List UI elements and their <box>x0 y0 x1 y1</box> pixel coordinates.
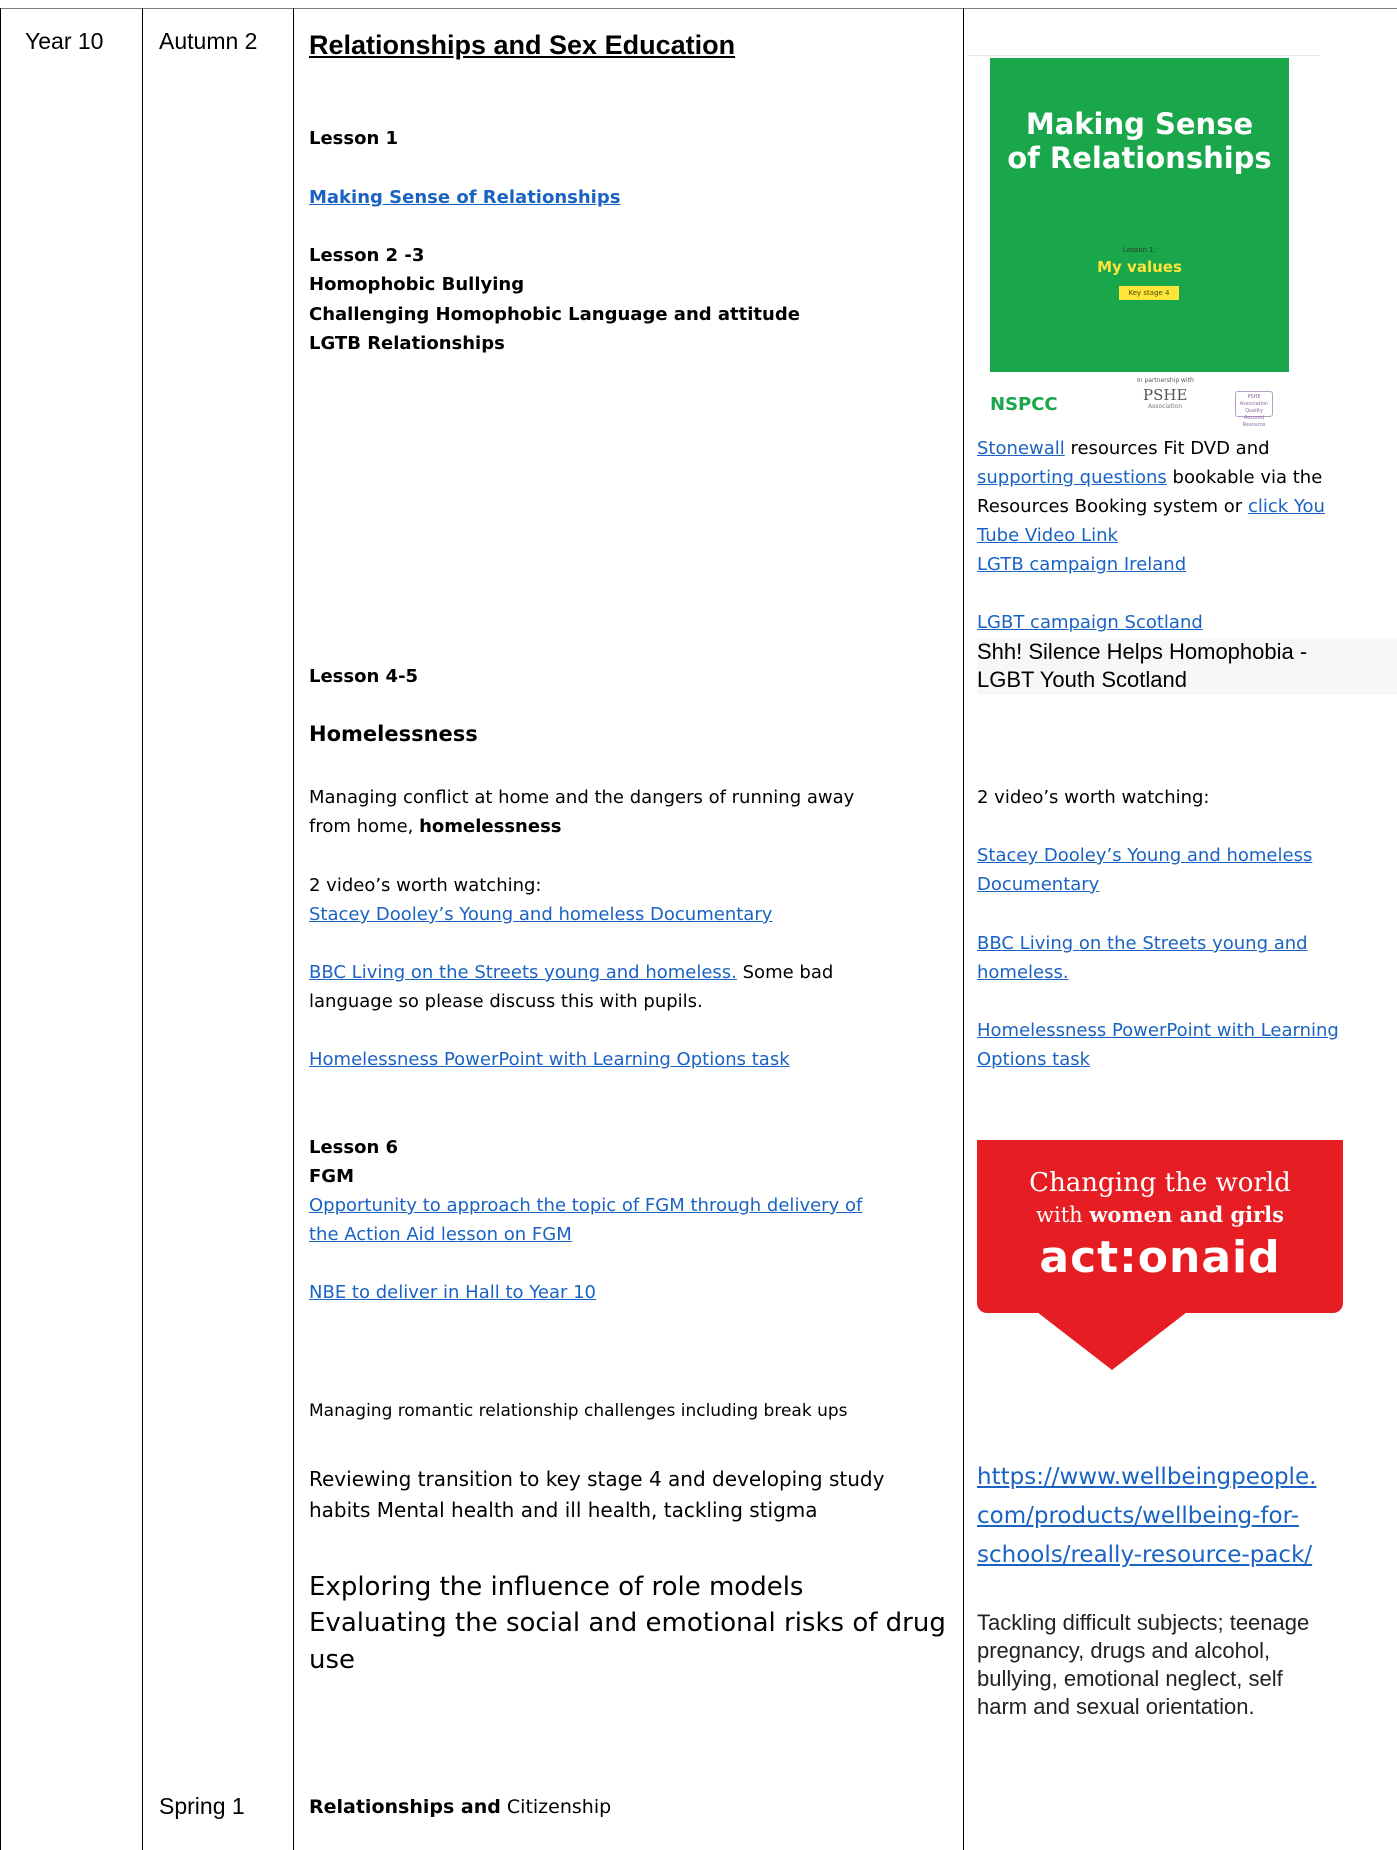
tackling-subjects-text: Tackling difficult subjects; teenage <box>977 1610 1310 1635</box>
evaluating-risks-text: Evaluating the social and emotional risk… <box>309 1608 946 1638</box>
tackling-subjects-text-3: bullying, emotional neglect, self <box>977 1666 1283 1691</box>
fgm-label: FGM <box>309 1166 354 1187</box>
nspcc-logo: NSPCC <box>990 394 1058 415</box>
table-top-border <box>0 8 1397 9</box>
action-aid-panel: Changing the world with women and girls … <box>977 1140 1343 1313</box>
tackling-subjects-text-2: pregnancy, drugs and alcohol, <box>977 1638 1271 1663</box>
homelessness-ppt-link[interactable]: Homelessness PowerPoint with Learning Op… <box>309 1049 790 1070</box>
lgtb-relationships-label: LGTB Relationships <box>309 333 505 354</box>
column-divider <box>142 8 143 1850</box>
challenging-language-label: Challenging Homophobic Language and atti… <box>309 304 800 325</box>
fgm-action-aid-link-2[interactable]: the Action Aid lesson on FGM <box>309 1224 572 1245</box>
evaluating-risks-text-2: use <box>309 1645 356 1675</box>
resources-stacey-link-2[interactable]: Documentary <box>977 874 1099 895</box>
reviewing-transition-text: Reviewing transition to key stage 4 and … <box>309 1467 885 1491</box>
managing-conflict-text-2: from home, homelessness <box>309 816 562 837</box>
action-aid-banner: Changing the world with women and girls … <box>977 1140 1343 1370</box>
resources-bbc-link[interactable]: BBC Living on the Streets young and <box>977 933 1308 954</box>
managing-conflict-text: Managing conflict at home and the danger… <box>309 787 855 808</box>
nbe-deliver-link[interactable]: NBE to deliver in Hall to Year 10 <box>309 1282 596 1303</box>
lgbt-scotland-link[interactable]: LGBT campaign Scotland <box>977 612 1203 633</box>
wellbeing-link[interactable]: https://www.wellbeingpeople. <box>977 1464 1316 1490</box>
cover-lesson: Lesson 1: <box>1122 246 1157 254</box>
shh-title: Shh! Silence Helps Homophobia - <box>977 639 1308 664</box>
resources-stacey-link[interactable]: Stacey Dooley’s Young and homeless <box>977 845 1312 866</box>
resources-ppt-link-2[interactable]: Options task <box>977 1049 1090 1070</box>
term-spring-cell: Spring 1 <box>159 1793 245 1819</box>
quality-assured-badge: PSHE Association Quality Assured Resourc… <box>1235 391 1273 428</box>
curriculum-table: Year 10 Autumn 2 Spring 1 Relationships … <box>0 0 1397 1850</box>
bbc-note: language so please discuss this with pup… <box>309 991 703 1012</box>
videos-label: 2 video’s worth watching: <box>309 875 542 896</box>
tackling-subjects-text-4: harm and sexual orientation. <box>977 1694 1255 1719</box>
wellbeing-link-2[interactable]: com/products/wellbeing-for- <box>977 1503 1299 1529</box>
shh-video-card[interactable]: Shh! Silence Helps Homophobia - LGBT You… <box>977 638 1397 695</box>
making-sense-cover-image: Making Sense of Relationships Lesson 1: M… <box>967 55 1320 433</box>
cover-subtitle: My values <box>1097 258 1182 276</box>
booking-line: Resources Booking system or click You <box>977 496 1325 517</box>
lesson-1-label: Lesson 1 <box>309 128 399 149</box>
youtube-video-link[interactable]: Tube Video Link <box>977 525 1118 546</box>
column-divider <box>0 8 1 1850</box>
supporting-questions-link[interactable]: supporting questions <box>977 467 1167 488</box>
spring-topic: Relationships and Citizenship <box>309 1796 612 1818</box>
click-youtube-link[interactable]: click You <box>1248 496 1325 517</box>
homelessness-heading: Homelessness <box>309 722 478 746</box>
lesson-2-3-label: Lesson 2 -3 <box>309 245 425 266</box>
pshe-logo: PSHE <box>1143 386 1188 404</box>
cover-title: Making Sense of Relationships <box>1007 107 1272 175</box>
shh-title-2: LGBT Youth Scotland <box>977 667 1187 692</box>
cover-green-panel: Making Sense of Relationships Lesson 1: M… <box>990 58 1289 372</box>
bbc-living-link[interactable]: BBC Living on the Streets young and home… <box>309 962 737 983</box>
pshe-association-label: Association <box>1148 403 1183 410</box>
lgtb-ireland-link[interactable]: LGTB campaign Ireland <box>977 554 1186 575</box>
action-aid-tagline-2: with women and girls <box>1036 1202 1284 1227</box>
term-autumn-cell: Autumn 2 <box>159 28 258 54</box>
action-aid-speech-tip <box>1037 1312 1187 1370</box>
lesson-4-5-label: Lesson 4-5 <box>309 666 419 687</box>
resources-videos-label: 2 video’s worth watching: <box>977 787 1210 808</box>
role-models-text: Exploring the influence of role models <box>309 1572 804 1602</box>
making-sense-link[interactable]: Making Sense of Relationships <box>309 187 620 208</box>
action-aid-tagline: Changing the world <box>1029 1168 1291 1198</box>
column-divider <box>293 8 294 1850</box>
fgm-action-aid-link[interactable]: Opportunity to approach the topic of FGM… <box>309 1195 862 1216</box>
lesson-6-label: Lesson 6 <box>309 1137 399 1158</box>
column-divider <box>963 8 964 1850</box>
page-title: Relationships and Sex Education <box>309 30 736 60</box>
year-cell: Year 10 <box>25 28 104 54</box>
resources-bbc-link-2[interactable]: homeless. <box>977 962 1069 983</box>
cover-divider <box>967 55 1320 56</box>
reviewing-transition-text-2: habits Mental health and ill health, tac… <box>309 1498 818 1522</box>
wellbeing-link-3[interactable]: schools/really-resource-pack/ <box>977 1542 1312 1568</box>
supporting-line: supporting questions bookable via the <box>977 467 1323 488</box>
homophobic-bullying-label: Homophobic Bullying <box>309 274 525 295</box>
stonewall-link[interactable]: Stonewall <box>977 438 1065 459</box>
cover-key-stage-badge: Key stage 4 <box>1119 286 1179 300</box>
partnership-label: In partnership with <box>1137 377 1194 384</box>
romantic-relationships-text: Managing romantic relationship challenge… <box>309 1401 848 1421</box>
stacey-dooley-link[interactable]: Stacey Dooley’s Young and homeless Docum… <box>309 904 772 925</box>
action-aid-logo: act:onaid <box>1039 1232 1281 1283</box>
stonewall-line: Stonewall resources Fit DVD and <box>977 438 1270 459</box>
resources-ppt-link[interactable]: Homelessness PowerPoint with Learning <box>977 1020 1339 1041</box>
bbc-line: BBC Living on the Streets young and home… <box>309 962 834 983</box>
